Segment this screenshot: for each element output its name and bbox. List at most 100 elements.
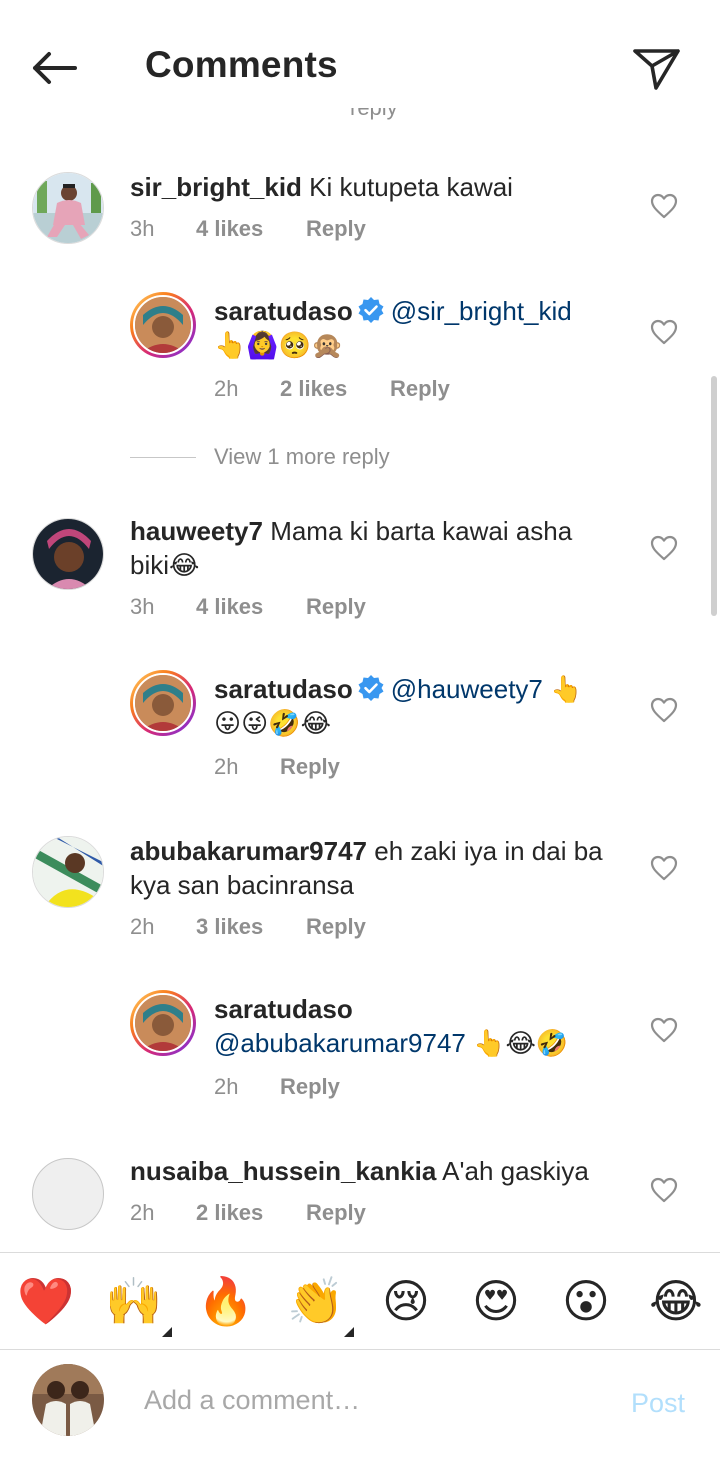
emoji-raised-hands: 🙌	[105, 1274, 163, 1328]
divider-line	[130, 457, 196, 458]
emoji-clap: 👏	[287, 1274, 345, 1328]
likes-count[interactable]: 3 likes	[196, 914, 263, 940]
comment-username[interactable]: nusaiba_hussein_kankia	[130, 1156, 436, 1186]
comment-time: 2h	[214, 754, 239, 779]
share-button[interactable]	[626, 38, 688, 100]
emoji-crying-button[interactable]: 😢	[376, 1273, 436, 1329]
emoji-fire-button[interactable]: 🔥	[196, 1273, 256, 1329]
comment-time: 3h	[130, 594, 155, 619]
comment-username[interactable]: sir_bright_kid	[130, 172, 302, 202]
comment-meta: 3h 4 likes Reply	[130, 594, 430, 624]
comment-item: nusaiba_hussein_kankia A'ah gaskiya 2h 2…	[0, 1154, 720, 1252]
like-button[interactable]	[648, 694, 680, 726]
post-button[interactable]: Post	[631, 1388, 685, 1419]
like-button[interactable]	[648, 532, 680, 564]
arrow-left-icon	[33, 52, 77, 84]
reply-button[interactable]: Reply	[306, 216, 366, 242]
comment-meta: 2h Reply	[214, 754, 514, 784]
comment-time: 2h	[214, 376, 239, 401]
view-more-replies[interactable]: View 1 more reply	[130, 444, 550, 474]
reply-button[interactable]: Reply	[306, 914, 366, 940]
reply-button[interactable]: Reply	[306, 594, 366, 620]
like-button[interactable]	[648, 1174, 680, 1206]
skin-tone-indicator	[162, 1327, 172, 1337]
avatar[interactable]	[32, 836, 104, 908]
reply-emojis: 👆🙆‍♀️🥺🙊	[214, 330, 344, 360]
verified-badge-icon	[358, 675, 384, 701]
comment-input[interactable]	[144, 1380, 604, 1420]
comment-username[interactable]: hauweety7	[130, 516, 263, 546]
comment-meta: 2h Reply	[214, 1074, 514, 1104]
emoji-laughing-button[interactable]: 😂	[646, 1273, 706, 1329]
comment-item: sir_bright_kid Ki kutupeta kawai 3h 4 li…	[0, 170, 720, 280]
like-button[interactable]	[648, 1014, 680, 1046]
top-bar: Comments reply	[0, 0, 720, 132]
comment-meta: 3h 4 likes Reply	[130, 216, 430, 246]
reply-button[interactable]: Reply	[280, 754, 340, 780]
page-title: Comments	[145, 44, 338, 85]
reply-item: saratudaso @abubakarumar9747 👆😂🤣 2h Repl…	[0, 990, 720, 1110]
reply-emojis: 👆😂🤣	[465, 1028, 569, 1058]
emoji-clap-button[interactable]: 👏	[286, 1273, 354, 1337]
like-button[interactable]	[648, 190, 680, 222]
comment-meta: 2h 2 likes Reply	[214, 376, 514, 406]
comment-composer: Post	[0, 1350, 720, 1466]
avatar[interactable]	[130, 990, 196, 1056]
likes-count[interactable]: 4 likes	[196, 216, 263, 242]
comment-username[interactable]: saratudaso	[214, 674, 353, 704]
emoji-heart-eyes-button[interactable]: 😍	[466, 1273, 526, 1329]
like-button[interactable]	[648, 852, 680, 884]
reply-button[interactable]: Reply	[280, 1074, 340, 1100]
reply-item: saratudaso @sir_bright_kid 👆🙆‍♀️🥺🙊 2h 2 l…	[0, 292, 720, 412]
mention-link[interactable]: @sir_bright_kid	[391, 296, 572, 326]
comment-username[interactable]: abubakarumar9747	[130, 836, 367, 866]
reply-button[interactable]: Reply	[306, 1200, 366, 1226]
verified-badge-icon	[358, 297, 384, 323]
clipped-text: reply	[350, 108, 410, 120]
reply-button[interactable]: Reply	[390, 376, 450, 402]
likes-count[interactable]: 2 likes	[280, 376, 347, 402]
heart-icon	[650, 193, 678, 219]
comment-item: abubakarumar9747 eh zaki iya in dai ba k…	[0, 834, 720, 944]
avatar[interactable]	[32, 1158, 104, 1230]
avatar[interactable]	[130, 292, 196, 358]
emoji-quick-bar: ❤️ 🙌 🔥 👏 😢 😍 😮 😂	[0, 1252, 720, 1350]
comment-time: 2h	[214, 1074, 239, 1099]
reply-text: saratudaso @abubakarumar9747 👆😂🤣	[214, 992, 634, 1060]
heart-icon	[650, 855, 678, 881]
comment-username[interactable]: saratudaso	[214, 296, 353, 326]
like-button[interactable]	[648, 316, 680, 348]
comments-screen: Comments reply	[0, 0, 720, 1466]
my-avatar	[32, 1364, 104, 1436]
back-button[interactable]	[24, 40, 84, 96]
avatar[interactable]	[32, 172, 104, 244]
comment-username[interactable]: saratudaso	[214, 994, 353, 1024]
comment-time: 3h	[130, 216, 155, 241]
emoji-raised-hands-button[interactable]: 🙌	[104, 1273, 172, 1337]
heart-icon	[650, 1017, 678, 1043]
mention-link[interactable]: @hauweety7	[391, 674, 543, 704]
scrollbar[interactable]	[711, 376, 717, 616]
heart-icon	[650, 697, 678, 723]
comment-text: abubakarumar9747 eh zaki iya in dai ba k…	[130, 834, 630, 902]
reply-text: saratudaso @sir_bright_kid 👆🙆‍♀️🥺🙊	[214, 294, 634, 362]
comment-text: hauweety7 Mama ki barta kawai asha biki😂	[130, 514, 616, 582]
mention-link[interactable]: @abubakarumar9747	[214, 1028, 466, 1058]
comment-time: 2h	[130, 914, 155, 939]
reply-item: saratudaso @hauweety7 👆 😛😜🤣😂 2h Reply	[0, 670, 720, 790]
comment-time: 2h	[130, 1200, 155, 1225]
view-more-label: View 1 more reply	[214, 444, 390, 469]
avatar[interactable]	[32, 518, 104, 590]
comment-list[interactable]: sir_bright_kid Ki kutupeta kawai 3h 4 li…	[0, 132, 720, 1252]
heart-icon	[650, 319, 678, 345]
comment-meta: 2h 2 likes Reply	[130, 1200, 430, 1230]
skin-tone-indicator	[344, 1327, 354, 1337]
likes-count[interactable]: 4 likes	[196, 594, 263, 620]
reply-tail: 👆	[542, 674, 583, 704]
avatar[interactable]	[130, 670, 196, 736]
likes-count[interactable]: 2 likes	[196, 1200, 263, 1226]
emoji-heart-button[interactable]: ❤️	[16, 1273, 76, 1329]
heart-icon	[650, 1177, 678, 1203]
comment-meta: 2h 3 likes Reply	[130, 914, 430, 944]
emoji-surprised-button[interactable]: 😮	[556, 1273, 616, 1329]
